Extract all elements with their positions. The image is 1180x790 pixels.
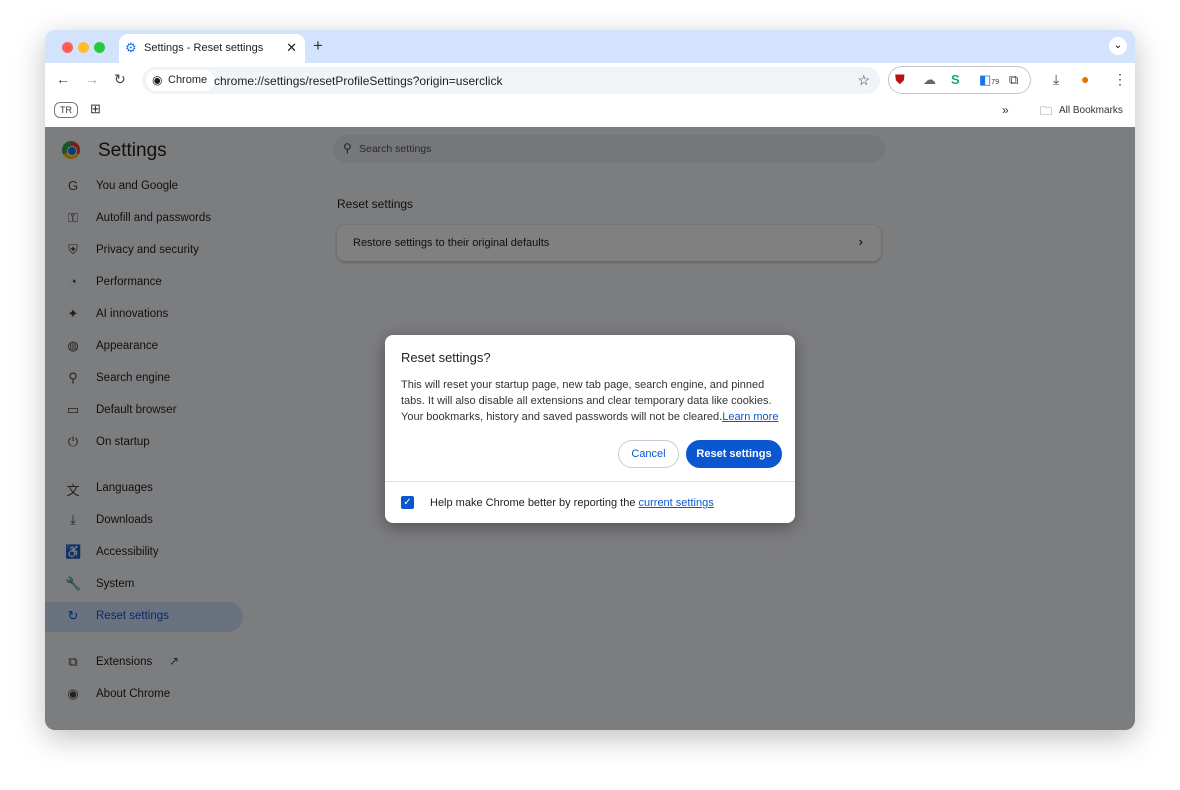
chrome-logo bbox=[62, 141, 80, 159]
sidebar-item-appearance[interactable]: ◍ Appearance bbox=[45, 332, 243, 362]
sidebar-item-extensions[interactable]: ⧉ Extensions ↗ bbox=[45, 648, 243, 678]
chevron-right-icon: › bbox=[858, 234, 863, 249]
sidebar-item-languages[interactable]: 文 Languages bbox=[45, 474, 243, 504]
sidebar-item-label: Appearance bbox=[96, 340, 159, 352]
sidebar-item-privacy-and-security[interactable]: ⛨ Privacy and security bbox=[45, 236, 243, 266]
sidebar-icon: ↻ bbox=[67, 608, 79, 623]
sidebar-item-label: System bbox=[96, 578, 135, 590]
minimize-window-button[interactable] bbox=[78, 42, 89, 53]
sidebar-icon: ◉ bbox=[67, 686, 79, 701]
reload-icon[interactable]: ↻ bbox=[114, 71, 126, 88]
sidebar-item-label: Downloads bbox=[96, 514, 153, 526]
tab-settings[interactable]: ⚙ Settings - Reset settings ✕ bbox=[119, 34, 305, 63]
sidebar-item-search-engine[interactable]: ⚲ Search engine bbox=[45, 364, 243, 394]
sidebar-icon: ⛨ bbox=[68, 242, 78, 257]
s-extension-icon[interactable]: S bbox=[951, 72, 960, 87]
sidebar-icon: G bbox=[67, 178, 79, 193]
profile-button[interactable]: TR bbox=[54, 102, 78, 118]
dialog-title: Reset settings? bbox=[401, 350, 491, 365]
restore-defaults-row[interactable]: Restore settings to their original defau… bbox=[337, 225, 881, 261]
sidebar-item-label: Languages bbox=[96, 482, 153, 494]
bookmarks-bar: TR ⊞ » 🗀 All Bookmarks bbox=[45, 97, 1135, 127]
sidebar-icon: ◔ bbox=[69, 274, 77, 289]
sidebar-item-about-chrome[interactable]: ◉ About Chrome bbox=[45, 680, 243, 710]
sidebar-item-ai-innovations[interactable]: ✦ AI innovations bbox=[45, 300, 243, 330]
sidebar-item-on-startup[interactable]: ⏻ On startup bbox=[45, 428, 243, 458]
sidebar-item-label: Accessibility bbox=[96, 546, 159, 558]
sidebar-item-label: On startup bbox=[96, 436, 150, 448]
new-tab-button[interactable]: + bbox=[313, 36, 323, 56]
tab-bar: ⚙ Settings - Reset settings ✕ + ⌄ bbox=[45, 30, 1135, 63]
folder-icon: 🗀 bbox=[1040, 104, 1053, 118]
sidebar-item-performance[interactable]: ◔ Performance bbox=[45, 268, 243, 298]
sidebar-icon: ✦ bbox=[67, 306, 79, 321]
page-title: Settings bbox=[98, 140, 167, 161]
sidebar-icon: 🔧 bbox=[65, 576, 82, 591]
address-bar[interactable]: ◉ Chrome chrome://settings/resetProfileSe… bbox=[142, 67, 880, 94]
back-icon[interactable]: ← bbox=[56, 71, 70, 87]
tab-search-button[interactable]: ⌄ bbox=[1109, 37, 1127, 55]
sidebar-item-accessibility[interactable]: ♿ Accessibility bbox=[45, 538, 243, 568]
report-checkbox[interactable]: ✓ bbox=[401, 496, 414, 509]
sidebar-item-downloads[interactable]: ⤓ Downloads bbox=[45, 506, 243, 536]
sidebar-item-autofill-and-passwords[interactable]: ⚿ Autofill and passwords bbox=[45, 204, 243, 234]
sidebar-item-label: Privacy and security bbox=[96, 244, 199, 256]
sidebar-item-label: Performance bbox=[96, 276, 162, 288]
checkbox-label: Help make Chrome better by reporting the… bbox=[430, 497, 714, 509]
sidebar-item-label: You and Google bbox=[96, 180, 179, 192]
sidebar-item-system[interactable]: 🔧 System bbox=[45, 570, 243, 600]
bookmark-star-icon[interactable]: ☆ bbox=[857, 72, 870, 89]
cancel-button[interactable]: Cancel bbox=[618, 440, 679, 468]
sidebar-icon: ▭ bbox=[66, 402, 80, 417]
close-window-button[interactable] bbox=[62, 42, 73, 53]
url-text[interactable]: chrome://settings/resetProfileSettings?o… bbox=[214, 74, 502, 88]
menu-icon[interactable]: ⋮ bbox=[1113, 71, 1127, 88]
ublock-icon[interactable]: ⛊ bbox=[895, 72, 905, 88]
sidebar-item-label: AI innovations bbox=[96, 308, 169, 320]
sidebar-item-label: Search engine bbox=[96, 372, 171, 384]
close-tab-icon[interactable]: ✕ bbox=[286, 40, 297, 56]
sidebar-item-reset-settings[interactable]: ↻ Reset settings bbox=[45, 602, 243, 632]
more-bookmarks-button[interactable]: » bbox=[1002, 103, 1009, 117]
sidebar-icon: ♿ bbox=[65, 544, 82, 559]
sidebar-item-label: Autofill and passwords bbox=[96, 212, 212, 224]
sidebar-item-label: Extensions bbox=[96, 656, 153, 668]
sidebar-icon: ⧉ bbox=[68, 654, 78, 669]
toolbar: ← → ↻ ◉ Chrome chrome://settings/resetPro… bbox=[45, 63, 1135, 97]
all-bookmarks-button[interactable]: All Bookmarks bbox=[1059, 105, 1123, 116]
external-link-icon: ↗ bbox=[169, 654, 180, 668]
divider bbox=[385, 481, 795, 482]
maximize-window-button[interactable] bbox=[94, 42, 105, 53]
sidebar-icon: ◍ bbox=[67, 338, 79, 353]
sidebar-item-label: Reset settings bbox=[96, 610, 169, 622]
search-icon: ⚲ bbox=[343, 141, 352, 155]
puzzle-icon[interactable]: ⧉ bbox=[1009, 72, 1018, 88]
chrome-icon: ◉ bbox=[152, 73, 163, 87]
sidebar-item-label: Default browser bbox=[96, 404, 177, 416]
badge-extension-icon[interactable]: ◧79 bbox=[979, 72, 999, 88]
sidebar-icon: ⚿ bbox=[68, 210, 78, 225]
profile-avatar[interactable]: ● bbox=[1081, 71, 1089, 87]
learn-more-link[interactable]: Learn more bbox=[722, 411, 778, 423]
gear-icon: ⚙ bbox=[125, 40, 137, 55]
sidebar-item-you-and-google[interactable]: G You and Google bbox=[45, 172, 243, 202]
extension-icon[interactable]: ☁ bbox=[923, 72, 936, 88]
download-icon[interactable]: ⤓ bbox=[1053, 71, 1059, 88]
forward-icon[interactable]: → bbox=[85, 71, 99, 87]
sidebar-icon: 文 bbox=[66, 483, 80, 498]
sidebar-item-default-browser[interactable]: ▭ Default browser bbox=[45, 396, 243, 426]
dialog-body: This will reset your startup page, new t… bbox=[401, 379, 779, 423]
sidebar-icon: ⏻ bbox=[67, 434, 79, 449]
sidebar-icon: ⚲ bbox=[68, 370, 78, 385]
current-settings-link[interactable]: current settings bbox=[639, 497, 714, 509]
sidebar-icon: ⤓ bbox=[70, 512, 76, 527]
apps-icon[interactable]: ⊞ bbox=[90, 101, 101, 117]
site-info-chip[interactable]: ◉ Chrome bbox=[146, 70, 216, 91]
sidebar-item-label: About Chrome bbox=[96, 688, 171, 700]
reset-dialog: Reset settings? This will reset your sta… bbox=[385, 335, 795, 523]
reset-settings-button[interactable]: Reset settings bbox=[686, 440, 782, 468]
section-title: Reset settings bbox=[337, 197, 414, 211]
search-input[interactable]: ⚲ Search settings bbox=[333, 135, 885, 163]
extensions-group: ⛊ ☁ S ◧79 ⧉ bbox=[888, 66, 1031, 94]
